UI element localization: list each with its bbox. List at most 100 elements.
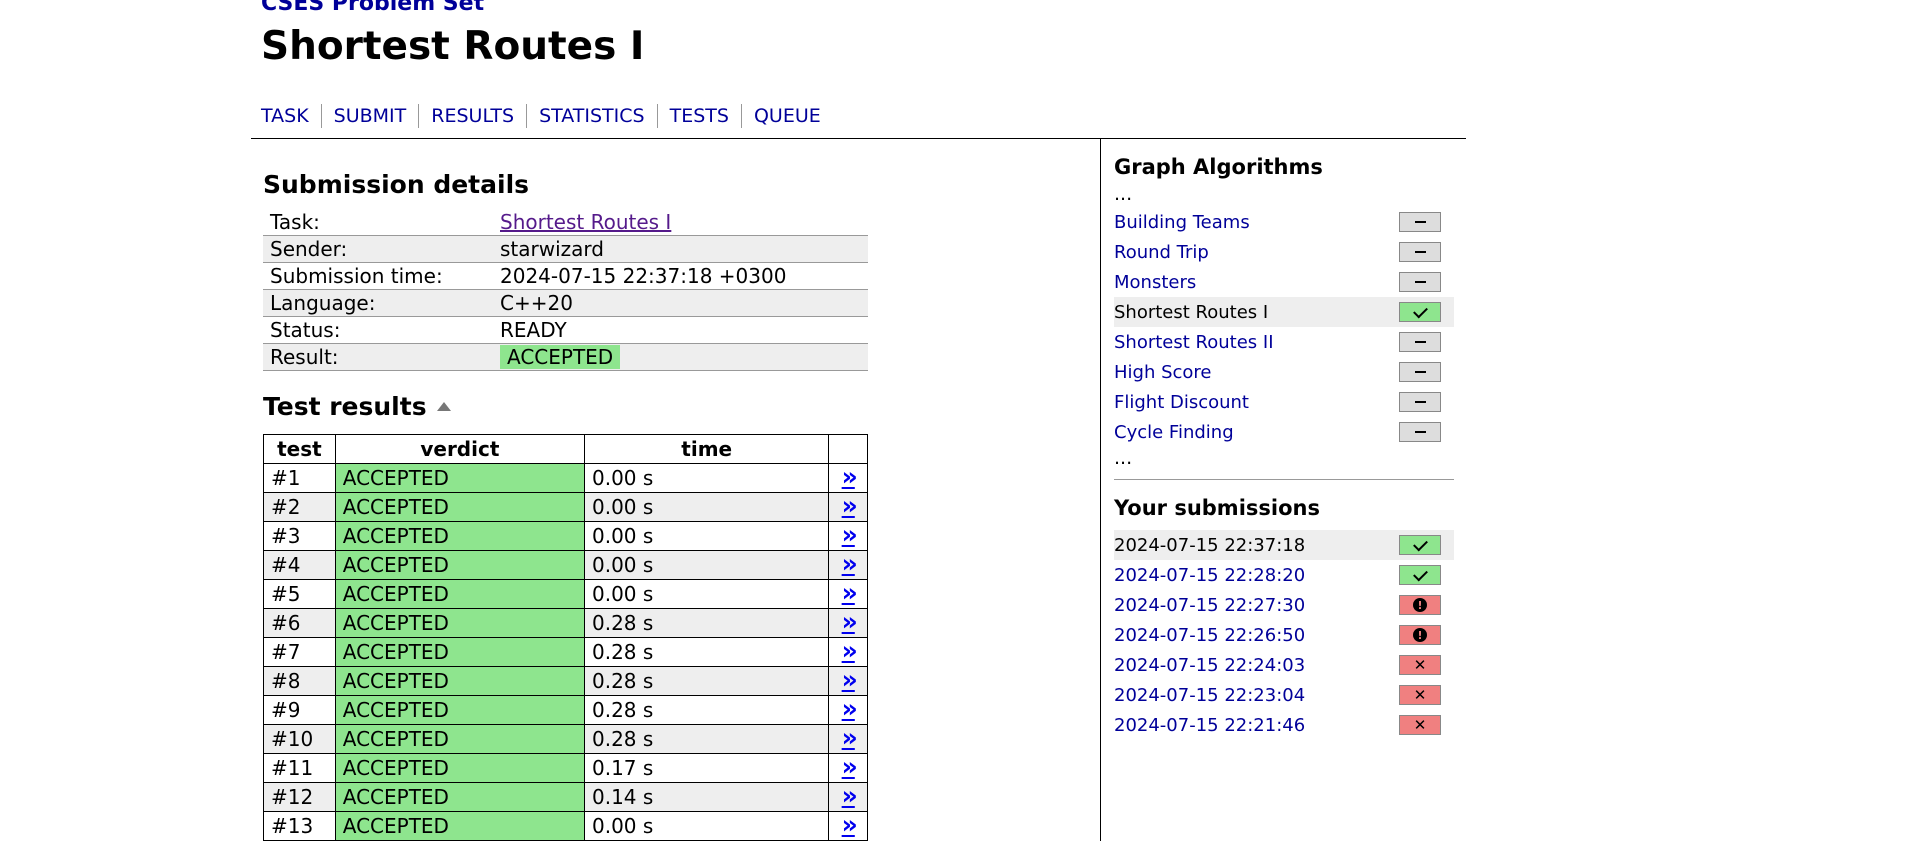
category-heading: Graph Algorithms <box>1114 155 1323 179</box>
test-results-table: test verdict time #1 ACCEPTED 0.00 s» #2 ACCEPT… <box>263 434 868 841</box>
submission-time-link[interactable]: 2024-07-15 22:28:20 <box>1114 565 1305 586</box>
sidebar-task-link[interactable]: Monsters <box>1114 272 1196 293</box>
test-row: #11 ACCEPTED 0.17 s » <box>263 752 868 783</box>
test-row: #13 ACCEPTED 0.00 s » <box>263 810 868 841</box>
cross-icon: ✕ <box>1413 685 1427 704</box>
double-chevron-right-icon[interactable]: » <box>842 607 858 636</box>
sidebar-submission[interactable]: 2024-07-15 22:21:46 ✕ <box>1114 710 1454 740</box>
sidebar-task-link[interactable]: Round Trip <box>1114 242 1209 263</box>
sidebar-task-link[interactable]: Flight Discount <box>1114 392 1249 413</box>
test-verdict: ACCEPTED <box>334 550 586 580</box>
dash-icon <box>1414 401 1426 403</box>
detail-row: Language: C++20 <box>263 289 868 317</box>
sidebar-task-flight-discount[interactable]: Flight Discount <box>1114 387 1454 417</box>
submission-time-link[interactable]: 2024-07-15 22:24:03 <box>1114 655 1305 676</box>
double-chevron-right-icon[interactable]: » <box>842 578 858 607</box>
nav-submit[interactable]: SUBMIT <box>334 105 407 127</box>
detail-label: Submission time: <box>263 262 493 290</box>
sidebar-task-link[interactable]: Cycle Finding <box>1114 422 1234 443</box>
status-box <box>1399 362 1441 382</box>
sidebar-task-round-trip[interactable]: Round Trip <box>1114 237 1454 267</box>
submission-time-link[interactable]: 2024-07-15 22:21:46 <box>1114 715 1305 736</box>
sidebar-submission[interactable]: 2024-07-15 22:23:04 ✕ <box>1114 680 1454 710</box>
test-view-cell: » <box>828 636 868 667</box>
nav-results[interactable]: RESULTS <box>431 105 514 127</box>
sidebar-task-list: Building Teams Round Trip Monsters Shortest… <box>1114 207 1454 447</box>
cross-icon: ✕ <box>1413 715 1427 734</box>
double-chevron-right-icon[interactable]: » <box>842 491 858 520</box>
test-view-cell: » <box>828 781 868 812</box>
test-verdict: ACCEPTED <box>334 521 586 551</box>
sidebar-task-monsters[interactable]: Monsters <box>1114 267 1454 297</box>
status-box <box>1399 565 1441 585</box>
test-row: #12 ACCEPTED 0.14 s » <box>263 781 868 812</box>
test-view-cell: » <box>828 723 868 754</box>
test-id: #9 <box>263 695 336 725</box>
nav-separator <box>418 104 420 128</box>
submission-time-link[interactable]: 2024-07-15 22:27:30 <box>1114 595 1305 616</box>
sidebar-submission[interactable]: 2024-07-15 22:24:03 ✕ <box>1114 650 1454 680</box>
divider <box>251 138 1466 139</box>
result-badge: ACCEPTED <box>500 345 621 369</box>
double-chevron-right-icon[interactable]: » <box>842 694 858 723</box>
test-view-cell: » <box>828 462 868 493</box>
test-row: #2 ACCEPTED 0.00 s » <box>263 491 868 522</box>
sidebar-task-link[interactable]: Building Teams <box>1114 212 1250 233</box>
sidebar-submission[interactable]: 2024-07-15 22:27:30! <box>1114 590 1454 620</box>
column-header-time: time <box>583 434 830 464</box>
double-chevron-right-icon[interactable]: » <box>842 752 858 781</box>
test-row: #10 ACCEPTED 0.28 s » <box>263 723 868 754</box>
sidebar-task-link[interactable]: Shortest Routes II <box>1114 332 1274 353</box>
test-view-cell: » <box>828 607 868 638</box>
detail-row: Sender: starwizard <box>263 235 868 263</box>
submission-time-link[interactable]: 2024-07-15 22:26:50 <box>1114 625 1305 646</box>
test-time: 0.28 s <box>583 695 830 725</box>
detail-value-cell: Shortest Routes I <box>493 209 868 236</box>
test-id: #4 <box>263 550 336 580</box>
test-row: #5 ACCEPTED 0.00 s » <box>263 578 868 609</box>
nav-task[interactable]: TASK <box>261 105 309 127</box>
test-results-label: Test results <box>263 392 427 421</box>
test-id: #10 <box>263 724 336 754</box>
task-link[interactable]: Shortest Routes I <box>500 210 671 234</box>
nav-statistics[interactable]: STATISTICS <box>539 105 645 127</box>
submission-time-link[interactable]: 2024-07-15 22:23:04 <box>1114 685 1305 706</box>
site-title[interactable]: CSES Problem Set <box>261 0 484 16</box>
test-verdict: ACCEPTED <box>334 753 586 783</box>
test-view-cell: » <box>828 520 868 551</box>
double-chevron-right-icon[interactable]: » <box>842 462 858 491</box>
detail-value-cell: ACCEPTED <box>493 343 868 371</box>
sidebar-task-shortest-routes-ii[interactable]: Shortest Routes II <box>1114 327 1454 357</box>
detail-label: Result: <box>263 343 493 371</box>
nav-tests[interactable]: TESTS <box>670 105 729 127</box>
sidebar-submission: 2024-07-15 22:37:18 <box>1114 530 1454 560</box>
double-chevron-right-icon[interactable]: » <box>842 520 858 549</box>
sidebar-submission[interactable]: 2024-07-15 22:26:50! <box>1114 620 1454 650</box>
test-time: 0.00 s <box>583 579 830 609</box>
nav-separator <box>740 104 742 128</box>
nav-queue[interactable]: QUEUE <box>754 105 821 127</box>
test-results-heading[interactable]: Test results <box>263 392 451 421</box>
double-chevron-right-icon[interactable]: » <box>842 549 858 578</box>
test-verdict: ACCEPTED <box>334 811 586 841</box>
checkmark-icon <box>1412 536 1428 551</box>
sort-ascending-icon[interactable] <box>436 401 451 411</box>
double-chevron-right-icon[interactable]: » <box>842 636 858 665</box>
detail-value-cell: READY <box>493 316 868 344</box>
sidebar-task-link[interactable]: High Score <box>1114 362 1212 383</box>
double-chevron-right-icon[interactable]: » <box>842 723 858 752</box>
sidebar-submission[interactable]: 2024-07-15 22:28:20 <box>1114 560 1454 590</box>
sidebar-task-cycle-finding[interactable]: Cycle Finding <box>1114 417 1454 447</box>
sidebar-divider <box>1100 138 1101 841</box>
sidebar-task-high-score[interactable]: High Score <box>1114 357 1454 387</box>
dash-icon <box>1414 251 1426 253</box>
sidebar-task-building-teams[interactable]: Building Teams <box>1114 207 1454 237</box>
test-verdict: ACCEPTED <box>334 608 586 638</box>
test-verdict: ACCEPTED <box>334 666 586 696</box>
page-title: Shortest Routes I <box>261 24 645 69</box>
submission-details-table: Task: Shortest Routes I Sender: starwizard S… <box>263 209 868 371</box>
double-chevron-right-icon[interactable]: » <box>842 665 858 694</box>
double-chevron-right-icon[interactable]: » <box>842 781 858 810</box>
double-chevron-right-icon[interactable]: » <box>842 810 858 839</box>
sidebar-divider-line <box>1114 479 1454 480</box>
